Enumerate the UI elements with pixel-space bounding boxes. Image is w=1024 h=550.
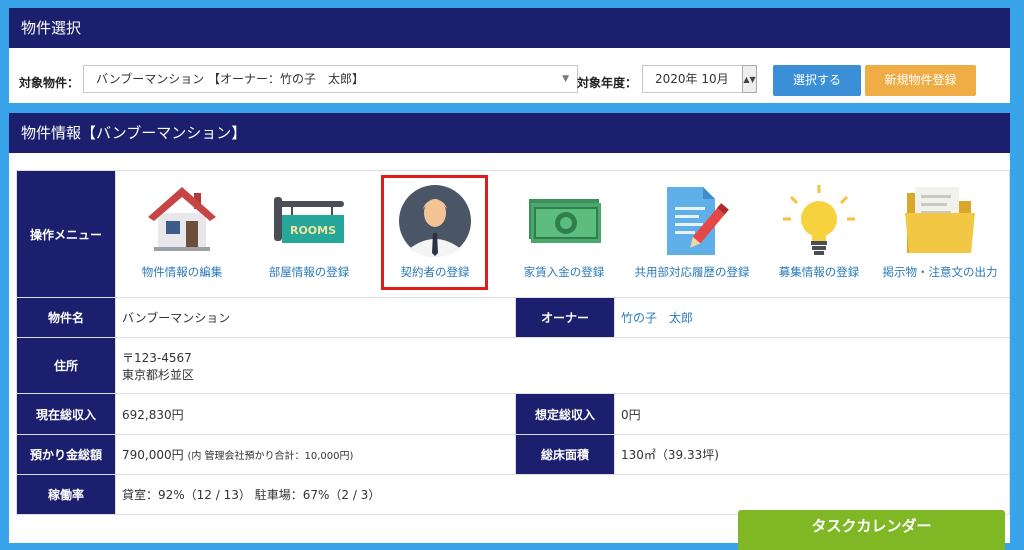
owner-label: オーナー	[515, 297, 615, 338]
year-stepper[interactable]: ▲▼	[742, 65, 757, 93]
info-panel-title: 物件情報【バンブーマンション】	[9, 113, 1010, 153]
menu-register-common-history[interactable]: 共用部対応履歴の登録	[627, 171, 757, 297]
floor-area-label: 総床面積	[515, 434, 615, 475]
year-select[interactable]: 2020年 10月	[642, 65, 757, 93]
selection-panel-title: 物件選択	[9, 8, 1010, 48]
property-info-panel: 物件情報【バンブーマンション】 操作メニュー 物件情報の編集 ROOMS 部屋情…	[9, 113, 1011, 543]
menu-register-rent[interactable]: 家賃入金の登録	[509, 171, 619, 297]
money-icon	[529, 199, 601, 243]
rooms-sign-text: ROOMS	[290, 224, 336, 237]
owner-link[interactable]: 竹の子 太郎	[621, 311, 693, 325]
menu-label-register-rent: 家賃入金の登録	[523, 265, 605, 279]
selection-row: 対象物件： バンブーマンション 【オーナー：竹の子 太郎】 ▼ 対象年度： 20…	[9, 65, 1010, 97]
house-icon	[148, 187, 216, 251]
task-calendar-button[interactable]: タスクカレンダー	[738, 510, 1005, 550]
menu-label-register-rooms: 部屋情報の登録	[268, 265, 350, 279]
menu-register-recruitment[interactable]: 募集情報の登録	[759, 171, 879, 297]
address-label: 住所	[16, 337, 116, 394]
property-name-label: 物件名	[16, 297, 116, 338]
deposit-label: 預かり金総額	[16, 434, 116, 475]
highlight-box	[381, 175, 488, 290]
lightbulb-icon	[783, 185, 855, 255]
select-button[interactable]: 選択する	[773, 65, 861, 96]
property-name-value: バンブーマンション	[115, 297, 516, 338]
year-label: 対象年度：	[577, 76, 638, 90]
operation-menu: 物件情報の編集 ROOMS 部屋情報の登録 契約者の登録 家賃入金の登録 共用部…	[114, 170, 1011, 298]
address-text: 東京都杉並区	[122, 367, 195, 382]
document-pen-icon	[667, 187, 729, 255]
menu-label-output-notices: 掲示物・注意文の出力	[882, 265, 998, 279]
property-select-value: バンブーマンション 【オーナー：竹の子 太郎】	[96, 72, 365, 86]
deposit-value: 790,000円	[122, 448, 184, 462]
property-select[interactable]: バンブーマンション 【オーナー：竹の子 太郎】 ▼	[83, 65, 578, 93]
menu-output-notices[interactable]: 掲示物・注意文の出力	[875, 171, 1005, 297]
year-select-value: 2020年 10月	[655, 72, 729, 86]
property-selection-panel: 物件選択 対象物件： バンブーマンション 【オーナー：竹の子 太郎】 ▼ 対象年…	[9, 8, 1010, 103]
expected-income-label: 想定総収入	[515, 393, 615, 435]
address-value: 〒123-4567 東京都杉並区	[114, 337, 1011, 394]
menu-label-register-common-history: 共用部対応履歴の登録	[634, 265, 750, 279]
occupancy-value: 貸室：92%（12 / 13） 駐車場：67%（2 / 3）	[114, 474, 1011, 515]
owner-cell: 竹の子 太郎	[613, 297, 1011, 338]
rooms-sign-icon: ROOMS	[274, 197, 344, 243]
occupancy-label: 稼働率	[16, 474, 116, 515]
new-property-button[interactable]: 新規物件登録	[865, 65, 976, 96]
menu-register-rooms[interactable]: ROOMS 部屋情報の登録	[254, 171, 364, 297]
floor-area-value: 130㎡（39.33坪)	[613, 434, 1011, 475]
current-income-label: 現在総収入	[16, 393, 116, 435]
deposit-note: (内 管理会社預かり合計：10,000円)	[187, 451, 354, 462]
menu-edit-property[interactable]: 物件情報の編集	[127, 171, 237, 297]
chevron-down-icon: ▼	[562, 74, 569, 84]
menu-header: 操作メニュー	[16, 170, 116, 298]
deposit-cell: 790,000円 (内 管理会社預かり合計：10,000円)	[115, 434, 516, 475]
expected-income-value: 0円	[613, 393, 1011, 435]
folder-icon	[905, 187, 975, 253]
menu-label-register-recruitment: 募集情報の登録	[778, 265, 860, 279]
menu-label-edit-property: 物件情報の編集	[141, 265, 223, 279]
current-income-value: 692,830円	[115, 393, 516, 435]
property-label: 対象物件：	[19, 76, 80, 90]
postal-code: 〒123-4567	[122, 350, 192, 365]
property-info-table: 操作メニュー 物件情報の編集 ROOMS 部屋情報の登録 契約者の登録 家賃入金…	[16, 170, 1011, 515]
